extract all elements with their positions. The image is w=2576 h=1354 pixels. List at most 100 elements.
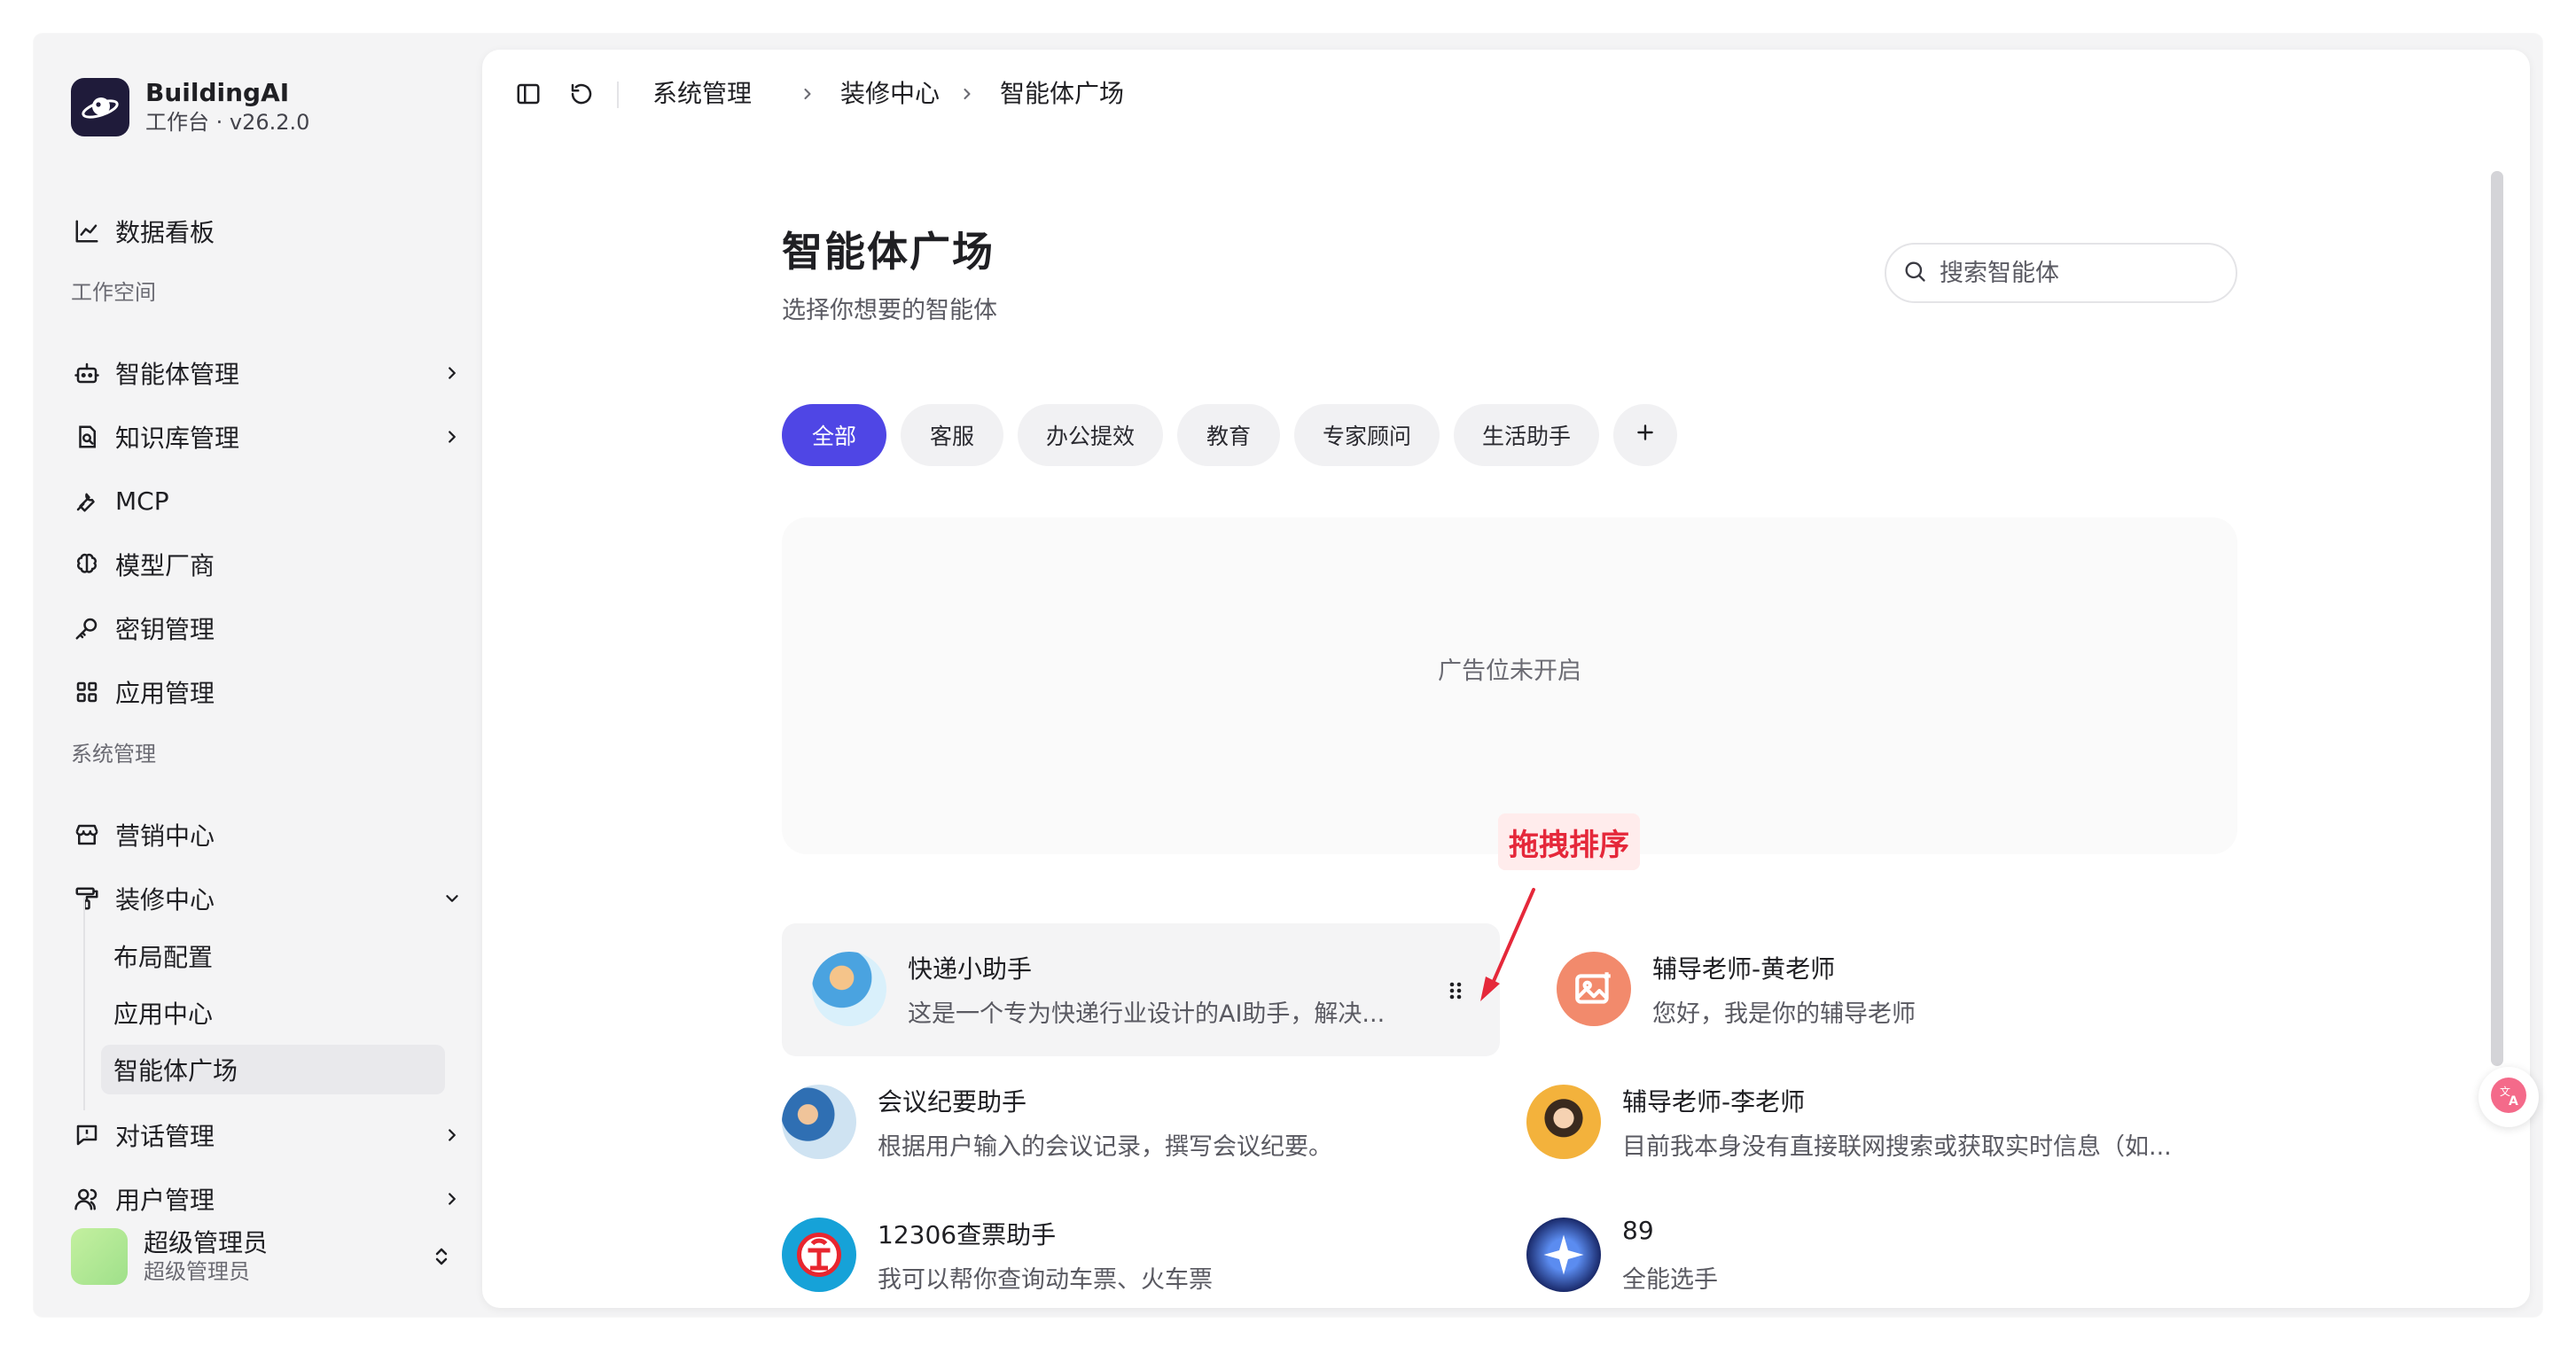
agent-card[interactable]: 12306查票助手 我可以帮你查询动车票、火车票 xyxy=(752,1189,1470,1308)
chevron-up-down-icon xyxy=(425,1241,457,1272)
sidebar-item-marketing[interactable]: 营销中心 xyxy=(71,810,475,860)
agent-name: 辅导老师-李老师 xyxy=(1622,1087,1806,1117)
agent-description: 您好，我是你的辅导老师 xyxy=(1652,1000,1916,1028)
search-icon xyxy=(1902,259,1927,287)
agent-avatar xyxy=(1557,952,1631,1026)
chat-icon xyxy=(71,1119,103,1151)
tab-expert-consultant[interactable]: 专家顾问 xyxy=(1294,404,1440,466)
sidebar-item-agent-management[interactable]: 智能体管理 xyxy=(71,348,475,398)
main-panel: 系统管理 装修中心 智能体广场 智能体广场 选择你想要的智能体 全部 客服 办公… xyxy=(482,50,2530,1308)
user-name: 超级管理员 xyxy=(144,1228,269,1257)
agent-avatar xyxy=(782,1218,856,1292)
sidebar-item-label: 知识库管理 xyxy=(115,424,240,453)
sidebar-item-label: 智能体管理 xyxy=(115,360,240,389)
translate-button[interactable]: 文 A xyxy=(2478,1067,2539,1127)
agent-description: 全能选手 xyxy=(1622,1266,1718,1294)
top-bar: 系统管理 装修中心 智能体广场 xyxy=(482,50,2530,138)
line-chart-icon xyxy=(71,215,103,247)
store-icon xyxy=(71,819,103,851)
sidebar-item-label: 数据看板 xyxy=(115,218,215,247)
agent-avatar xyxy=(812,952,886,1026)
sidebar-item-label: 应用管理 xyxy=(115,679,215,708)
section-label-system: 系统管理 xyxy=(71,742,156,766)
tab-education[interactable]: 教育 xyxy=(1177,404,1280,466)
page-title: 智能体广场 xyxy=(782,228,995,276)
page-subtitle: 选择你想要的智能体 xyxy=(782,297,997,324)
svg-text:A: A xyxy=(2509,1094,2518,1109)
section-label-workspace: 工作空间 xyxy=(71,280,156,305)
brand[interactable]: BuildingAI 工作台 · v26.2.0 xyxy=(71,78,309,136)
sidebar-item-decoration[interactable]: 装修中心 xyxy=(71,874,475,923)
scrollbar[interactable] xyxy=(2491,171,2503,1066)
submenu-item-layout[interactable]: 布局配置 xyxy=(101,931,445,981)
submenu-item-app-center[interactable]: 应用中心 xyxy=(101,988,445,1038)
tab-life-assistant[interactable]: 生活助手 xyxy=(1454,404,1599,466)
sidebar-item-label: 对话管理 xyxy=(115,1122,215,1151)
agent-description: 目前我本身没有直接联网搜索或获取实时信息（如... xyxy=(1622,1133,2172,1161)
sidebar-item-label: 密钥管理 xyxy=(115,615,215,644)
chevron-right-icon xyxy=(436,1119,468,1151)
agent-name: 辅导老师-黄老师 xyxy=(1652,954,1836,984)
agent-avatar xyxy=(1526,1218,1601,1292)
wrench-icon xyxy=(71,485,103,517)
sidebar-item-label: MCP xyxy=(115,486,169,516)
breadcrumb-item[interactable]: 系统管理 xyxy=(652,76,752,112)
brain-icon xyxy=(71,549,103,580)
sidebar-toggle-icon[interactable] xyxy=(511,76,546,112)
ad-placeholder-text: 广告位未开启 xyxy=(1438,657,1581,685)
sidebar-item-chat-management[interactable]: 对话管理 xyxy=(71,1110,475,1160)
add-tab-button[interactable] xyxy=(1613,404,1677,466)
refresh-icon[interactable] xyxy=(564,76,599,112)
agent-description: 这是一个专为快递行业设计的AI助手，解决... xyxy=(908,1000,1386,1028)
search-input[interactable] xyxy=(1938,258,2207,288)
sidebar: BuildingAI 工作台 · v26.2.0 数据看板 工作空间 智能体管理… xyxy=(34,34,486,1317)
robot-icon xyxy=(71,357,103,389)
sidebar-item-mcp[interactable]: MCP xyxy=(71,476,475,525)
grid-icon xyxy=(71,676,103,708)
submenu-item-agent-square[interactable]: 智能体广场 xyxy=(101,1045,445,1094)
agent-name: 会议纪要助手 xyxy=(878,1087,1027,1117)
book-search-icon xyxy=(71,421,103,453)
agent-card[interactable]: 快递小助手 这是一个专为快递行业设计的AI助手，解决... xyxy=(782,923,1500,1056)
agent-name: 12306查票助手 xyxy=(878,1220,1057,1249)
sidebar-item-app-management[interactable]: 应用管理 xyxy=(71,667,475,717)
chevron-right-icon xyxy=(436,357,468,389)
user-menu[interactable]: 超级管理员 超级管理员 xyxy=(71,1221,475,1292)
tab-customer-service[interactable]: 客服 xyxy=(901,404,1003,466)
agent-avatar xyxy=(1526,1085,1601,1159)
chevron-right-icon xyxy=(436,1183,468,1215)
chevron-right-icon xyxy=(954,76,980,112)
divider xyxy=(617,82,619,108)
agent-card[interactable]: 会议纪要助手 根据用户输入的会议记录，撰写会议纪要。 xyxy=(752,1056,1470,1189)
agent-card[interactable]: 89 全能选手 xyxy=(1496,1189,2214,1308)
ad-banner-placeholder: 广告位未开启 xyxy=(782,517,2237,854)
agent-description: 根据用户输入的会议记录，撰写会议纪要。 xyxy=(878,1133,1332,1161)
plus-icon xyxy=(1634,421,1657,449)
agent-card[interactable]: 辅导老师-黄老师 您好，我是你的辅导老师 xyxy=(1526,923,2244,1056)
agent-card[interactable]: 辅导老师-李老师 目前我本身没有直接联网搜索或获取实时信息（如... xyxy=(1496,1056,2214,1189)
agent-avatar xyxy=(782,1085,856,1159)
chevron-right-icon xyxy=(794,76,821,112)
brand-name: BuildingAI xyxy=(145,78,290,107)
tab-office-efficiency[interactable]: 办公提效 xyxy=(1018,404,1163,466)
agent-name: 89 xyxy=(1622,1216,1654,1245)
sidebar-item-user-management[interactable]: 用户管理 xyxy=(71,1174,475,1224)
user-role: 超级管理员 xyxy=(144,1259,250,1284)
sidebar-item-model-providers[interactable]: 模型厂商 xyxy=(71,540,475,589)
breadcrumb-current: 智能体广场 xyxy=(1000,79,1125,108)
sidebar-item-key-management[interactable]: 密钥管理 xyxy=(71,603,475,653)
sidebar-item-label: 模型厂商 xyxy=(115,551,215,580)
chevron-down-icon xyxy=(436,883,468,914)
tab-all[interactable]: 全部 xyxy=(782,404,886,466)
annotation-arrow-icon xyxy=(1480,888,1535,1001)
key-icon xyxy=(71,612,103,644)
sidebar-item-knowledge-base[interactable]: 知识库管理 xyxy=(71,412,475,462)
translate-icon: 文 A xyxy=(2489,1076,2528,1118)
sidebar-item-label: 用户管理 xyxy=(115,1186,215,1215)
breadcrumb-item[interactable]: 装修中心 xyxy=(840,76,940,112)
search-box[interactable] xyxy=(1885,243,2237,303)
sidebar-item-dashboard[interactable]: 数据看板 xyxy=(71,206,475,256)
sidebar-item-label: 装修中心 xyxy=(115,885,215,914)
app-window: BuildingAI 工作台 · v26.2.0 数据看板 工作空间 智能体管理… xyxy=(34,34,2542,1317)
brand-version: 工作台 · v26.2.0 xyxy=(145,110,310,135)
